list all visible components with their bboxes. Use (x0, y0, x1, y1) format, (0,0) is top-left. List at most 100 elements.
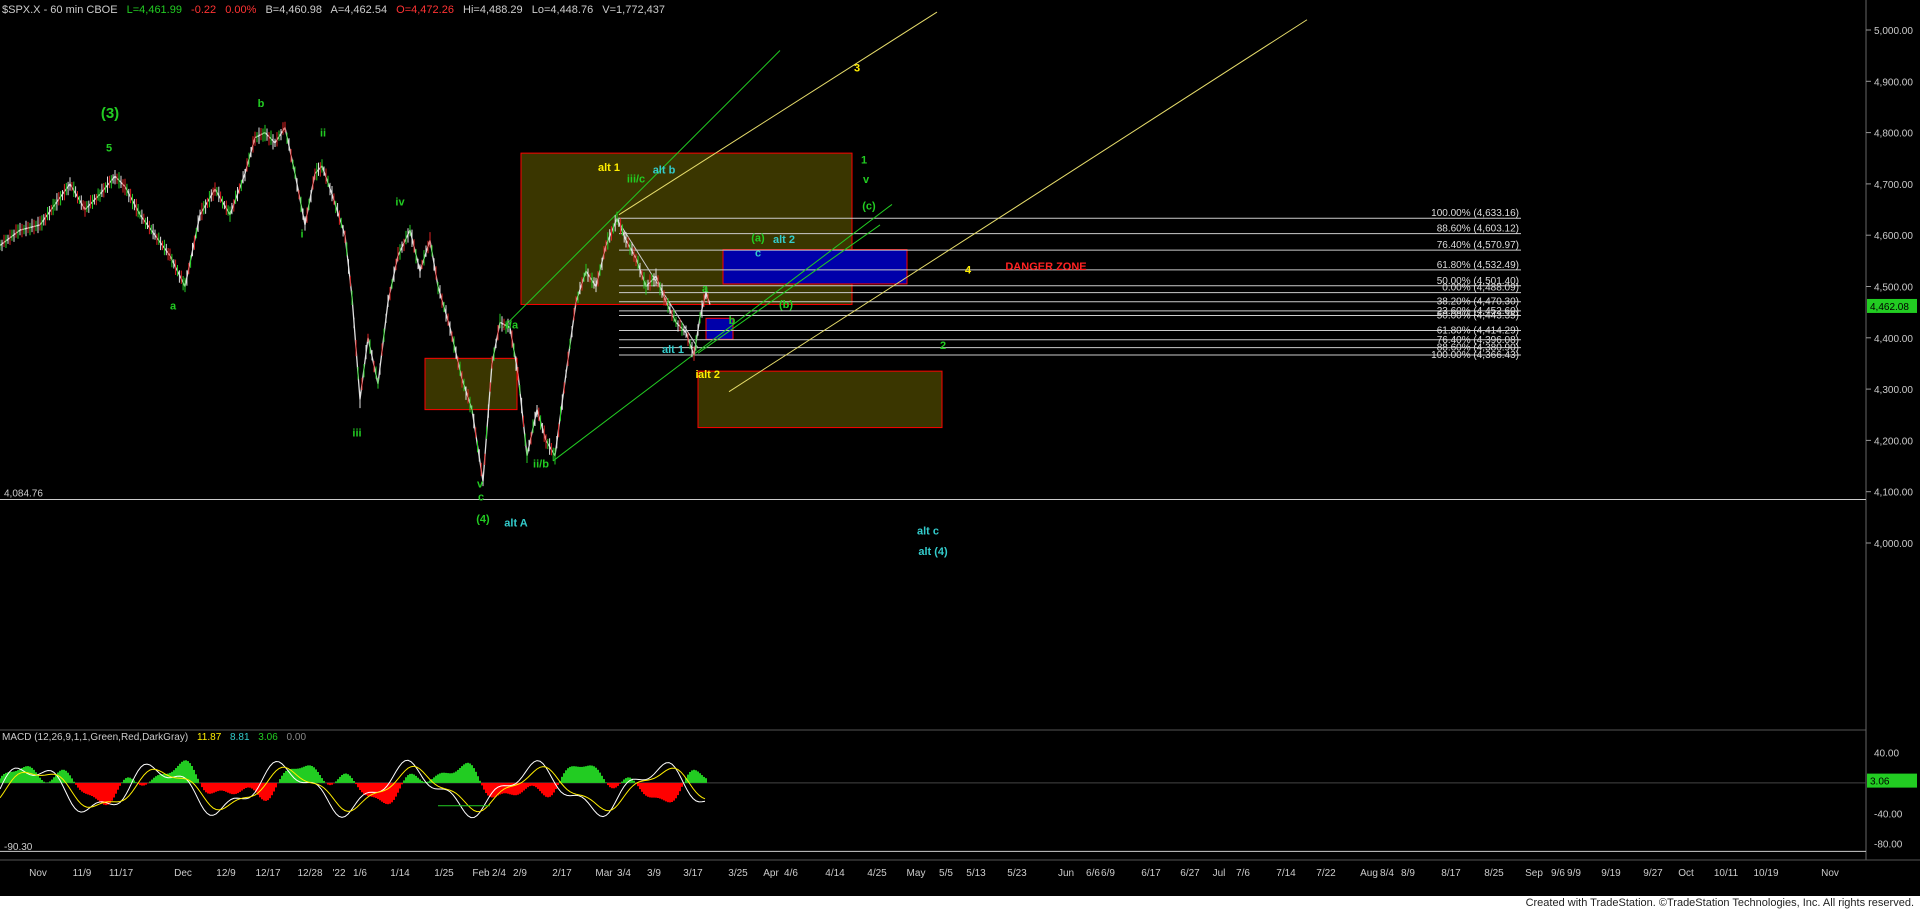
wave-label: alt 2 (698, 369, 720, 381)
wave-label: i/a (506, 320, 519, 332)
macd-header: MACD (12,26,9,1,1,Green,Red,DarkGray) 11… (2, 732, 306, 743)
date-tick-label: 5/5 (939, 868, 953, 879)
volume-value: V=1,772,437 (602, 4, 665, 16)
date-tick-label: Jun (1058, 868, 1074, 879)
footer: Created with TradeStation. ©TradeStation… (0, 896, 1920, 912)
wave-label: alt 1 (662, 344, 684, 356)
change-value: -0.22 (191, 4, 216, 16)
wave-label: (4) (476, 513, 490, 525)
date-tick-label: 1/25 (434, 868, 454, 879)
date-tick-label: Feb (472, 868, 490, 879)
high-value: Hi=4,488.29 (463, 4, 523, 16)
date-tick-label: Aug (1360, 868, 1378, 879)
date-tick-label: May (907, 868, 926, 879)
wave-label: c (478, 491, 484, 503)
wave-label: 3 (854, 63, 860, 75)
date-tick-label: 7/6 (1236, 868, 1250, 879)
macd-v1: 11.87 (197, 732, 222, 743)
price-tick-label: 4,100.00 (1874, 488, 1913, 499)
date-tick-label: 7/22 (1316, 868, 1336, 879)
macd-v2: 8.81 (230, 732, 250, 743)
date-tick-label: 2/17 (552, 868, 572, 879)
wave-label: alt A (504, 518, 527, 530)
wave-label: iii/c (627, 173, 645, 185)
date-tick-label: 1/6 (353, 868, 367, 879)
macd-v3: 3.06 (258, 732, 278, 743)
date-tick-label: Dec (174, 868, 192, 879)
date-tick-label: 8/9 (1401, 868, 1415, 879)
date-tick-label: 3/17 (683, 868, 703, 879)
wave-label: 5 (106, 143, 112, 155)
date-tick-label: 2/4 (492, 868, 506, 879)
fib-upper-label: 76.40% (4,570.97) (1437, 240, 1519, 251)
date-tick-label: 6/17 (1141, 868, 1161, 879)
current-price-label: 4,462.08 (1870, 302, 1909, 313)
ask-value: A=4,462.54 (331, 4, 388, 16)
wave-label: 2 (940, 340, 946, 352)
date-tick-label: Mar (595, 868, 613, 879)
date-tick-label: 3/4 (617, 868, 631, 879)
date-tick-label: 12/17 (255, 868, 280, 879)
zone-left (424, 357, 518, 411)
wave-label: ii (320, 128, 326, 140)
date-tick-label: '22 (332, 868, 345, 879)
date-tick-label: 8/25 (1484, 868, 1504, 879)
price-tick-label: 4,500.00 (1874, 283, 1913, 294)
wave-label: a (702, 283, 709, 295)
date-tick-label: Sep (1525, 868, 1543, 879)
fib-lower-label: 50.00% (4,443.35) (1437, 311, 1519, 322)
fib-lower-label: 100.00% (4,366.43) (1431, 350, 1519, 361)
date-tick-label: 6/6 (1086, 868, 1100, 879)
fib-upper-label: 100.00% (4,633.16) (1431, 208, 1519, 219)
wave-label: alt 1 (598, 162, 620, 174)
date-tick-label: 1/14 (390, 868, 410, 879)
macd-tick-label: 40.00 (1874, 749, 1899, 760)
price-tick-label: 4,200.00 (1874, 436, 1913, 447)
price-tick-label: 4,000.00 (1874, 539, 1913, 550)
wave-label: alt 2 (773, 234, 795, 246)
chart-background (0, 0, 1920, 896)
date-tick-label: 7/14 (1276, 868, 1296, 879)
bid-value: B=4,460.98 (265, 4, 322, 16)
macd-min-label: -90.30 (4, 842, 33, 853)
fib-upper-label: 61.80% (4,532.49) (1437, 260, 1519, 271)
wave-label: alt b (653, 165, 676, 177)
header-line: $SPX.X - 60 min CBOE L=4,461.99 -0.22 0.… (2, 4, 665, 16)
wave-label: a (170, 301, 177, 313)
wave-label: b (729, 315, 736, 327)
date-tick-label: 6/27 (1180, 868, 1200, 879)
price-tick-label: 4,900.00 (1874, 77, 1913, 88)
date-tick-label: Nov (1821, 868, 1839, 879)
wave-label: 4 (965, 265, 972, 277)
price-tick-label: 4,600.00 (1874, 231, 1913, 242)
symbol-label: $SPX.X - 60 min CBOE (2, 4, 118, 16)
date-tick-label: 12/9 (216, 868, 236, 879)
change-pct: 0.00% (225, 4, 256, 16)
low-value: Lo=4,448.76 (532, 4, 593, 16)
danger-zone-box (722, 249, 908, 285)
price-tick-label: 4,800.00 (1874, 129, 1913, 140)
wave-label: c (755, 248, 761, 260)
date-tick-label: 4/25 (867, 868, 887, 879)
open-value: O=4,472.26 (396, 4, 454, 16)
macd-v4: 0.00 (287, 732, 307, 743)
hline-label: 4,084.76 (4, 489, 43, 500)
macd-tick-label: -80.00 (1874, 840, 1903, 851)
wave-label: ii/b (533, 459, 549, 471)
fib-upper-label: 88.60% (4,603.12) (1437, 224, 1519, 235)
price-tick-label: 4,700.00 (1874, 180, 1913, 191)
wave-label: b (258, 98, 265, 110)
wave-label: alt c (917, 525, 939, 537)
wave-label: iii (352, 427, 361, 439)
wave-label: v (863, 174, 870, 186)
date-tick-label: 3/9 (647, 868, 661, 879)
wave-label: (a) (751, 232, 765, 244)
wave-label: (c) (862, 201, 876, 213)
macd-current-label: 3.06 (1870, 777, 1890, 788)
date-tick-label: 3/25 (728, 868, 748, 879)
date-tick-label: 12/28 (297, 868, 322, 879)
date-tick-label: 8/17 (1441, 868, 1461, 879)
date-tick-label: 9/6 (1551, 868, 1565, 879)
tradestation-chart: $SPX.X - 60 min CBOE L=4,461.99 -0.22 0.… (0, 0, 1920, 912)
fib-upper-label: 0.00% (4,488.09) (1442, 283, 1519, 294)
